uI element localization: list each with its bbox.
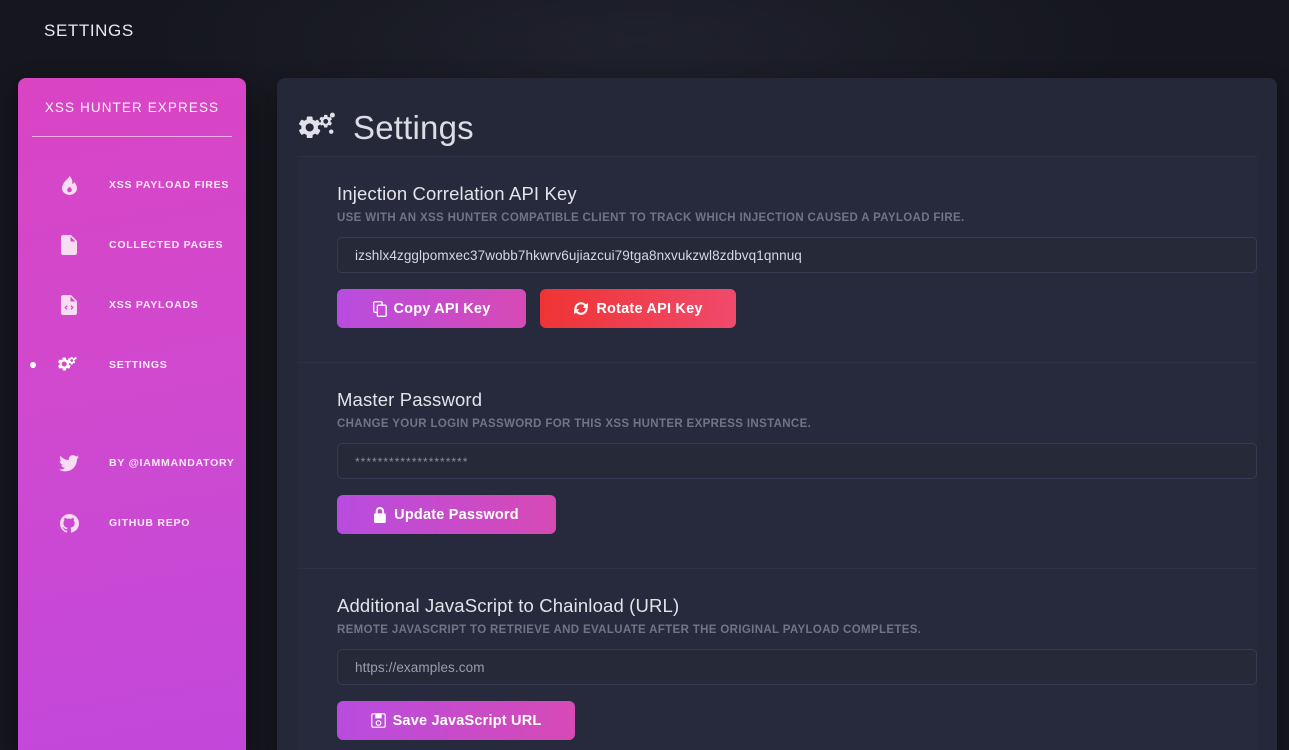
update-password-label: Update Password — [394, 506, 519, 523]
rotate-api-key-label: Rotate API Key — [596, 300, 703, 317]
twitter-icon — [56, 454, 82, 472]
topbar: SETTINGS — [0, 0, 1289, 66]
section-chainload-js: Additional JavaScript to Chainload (URL)… — [297, 569, 1257, 750]
master-password-input[interactable] — [355, 453, 1256, 469]
copy-api-key-button[interactable]: Copy API Key — [337, 289, 526, 328]
section-title: Injection Correlation API Key — [337, 183, 577, 204]
sidebar-nav: XSS PAYLOAD FIRES COLLECTED PAGES XSS PA… — [18, 155, 246, 553]
api-key-input[interactable] — [355, 247, 1256, 263]
sidebar-item-label: SETTINGS — [109, 359, 168, 371]
update-password-button[interactable]: Update Password — [337, 495, 556, 534]
sidebar-item-github[interactable]: GITHUB REPO — [18, 493, 246, 553]
chainload-url-field[interactable] — [337, 649, 1257, 685]
active-indicator-dot — [30, 362, 36, 368]
section-title: Additional JavaScript to Chainload (URL) — [337, 595, 680, 616]
save-javascript-url-button[interactable]: Save JavaScript URL — [337, 701, 575, 740]
master-password-button-row: Update Password — [337, 495, 1217, 534]
file-icon — [56, 235, 82, 255]
cogs-icon — [56, 355, 82, 375]
sidebar-item-label: BY @IAMMANDATORY — [109, 457, 235, 469]
section-subtitle: CHANGE YOUR LOGIN PASSWORD FOR THIS XSS … — [337, 418, 812, 430]
github-icon — [56, 513, 82, 533]
file-code-icon — [56, 295, 82, 315]
master-password-field[interactable] — [337, 443, 1257, 479]
sidebar-item-label: GITHUB REPO — [109, 517, 191, 529]
sidebar-item-settings[interactable]: SETTINGS — [18, 335, 246, 395]
section-title: Master Password — [337, 389, 483, 410]
copy-icon — [372, 300, 387, 317]
sidebar: XSS HUNTER EXPRESS XSS PAYLOAD FIRES COL… — [18, 78, 246, 750]
app-root: SETTINGS XSS HUNTER EXPRESS XSS PAYLOAD … — [0, 0, 1289, 750]
brand-divider — [32, 136, 232, 137]
chainload-button-row: Save JavaScript URL — [337, 701, 1217, 740]
section-subtitle: REMOTE JAVASCRIPT TO RETRIEVE AND EVALUA… — [337, 624, 922, 636]
save-icon — [370, 713, 386, 728]
sidebar-item-xss-payload-fires[interactable]: XSS PAYLOAD FIRES — [18, 155, 246, 215]
section-subtitle: USE WITH AN XSS HUNTER COMPATIBLE CLIENT… — [337, 212, 965, 224]
refresh-icon — [573, 301, 589, 316]
fire-icon — [56, 175, 82, 195]
topbar-title: SETTINGS — [44, 21, 134, 40]
brand-title: XSS HUNTER EXPRESS — [44, 100, 220, 115]
sidebar-item-label: COLLECTED PAGES — [109, 239, 224, 251]
rotate-api-key-button[interactable]: Rotate API Key — [540, 289, 736, 328]
lock-icon — [374, 506, 387, 523]
section-api-key: Injection Correlation API Key USE WITH A… — [297, 157, 1257, 363]
save-javascript-url-label: Save JavaScript URL — [392, 712, 542, 729]
cogs-icon — [298, 109, 341, 147]
api-key-field[interactable] — [337, 237, 1257, 273]
chainload-url-input[interactable] — [355, 659, 1256, 675]
section-master-password: Master Password CHANGE YOUR LOGIN PASSWO… — [297, 363, 1257, 569]
copy-api-key-label: Copy API Key — [393, 300, 491, 317]
sidebar-item-label: XSS PAYLOAD FIRES — [109, 179, 230, 191]
sidebar-item-twitter[interactable]: BY @IAMMANDATORY — [18, 433, 246, 493]
api-key-button-row: Copy API Key Rotate API Key — [337, 289, 1217, 328]
sidebar-item-collected-pages[interactable]: COLLECTED PAGES — [18, 215, 246, 275]
sidebar-item-xss-payloads[interactable]: XSS PAYLOADS — [18, 275, 246, 335]
page-header: Settings — [277, 78, 1277, 156]
page-title: Settings — [353, 109, 474, 146]
sidebar-item-label: XSS PAYLOADS — [109, 299, 199, 311]
main-panel: Settings Injection Correlation API Key U… — [277, 78, 1277, 750]
settings-card: Injection Correlation API Key USE WITH A… — [297, 156, 1257, 750]
